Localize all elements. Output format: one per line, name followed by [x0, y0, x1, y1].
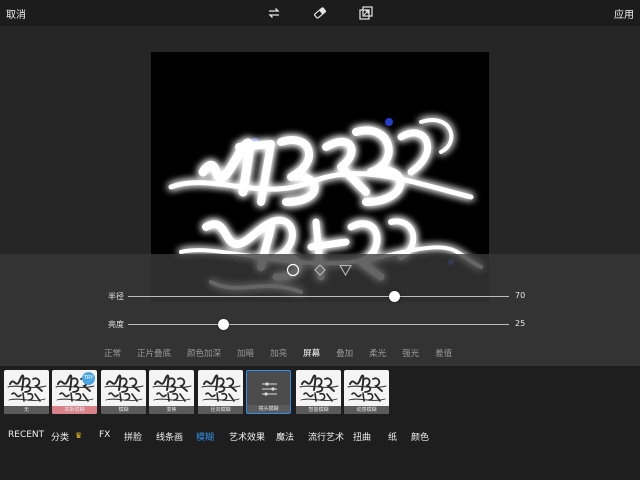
- blend-mode-bar: 正常 正片叠底 颜色加深 加暗 加亮 屏幕 叠加 柔光 强光 差值: [104, 347, 468, 359]
- blend-mode-item[interactable]: 差值: [435, 347, 452, 359]
- effect-thumb-label: 无: [4, 406, 49, 414]
- effect-thumb-label: 动感模糊: [344, 406, 389, 414]
- work-area: [0, 26, 640, 302]
- effect-thumb-label: 径向模糊: [198, 406, 243, 414]
- category-artistic[interactable]: 艺术效果: [229, 430, 265, 443]
- blend-mode-item[interactable]: 正常: [104, 347, 121, 359]
- effect-thumb-gaussian-blur[interactable]: TRY 高斯模糊: [52, 370, 97, 414]
- effect-thumb-zoom[interactable]: 变焦: [149, 370, 194, 414]
- diamond-icon[interactable]: [314, 264, 326, 276]
- category-face-swap[interactable]: 拼脸: [124, 430, 142, 443]
- category-blur[interactable]: 模糊: [196, 430, 214, 443]
- effect-thumb-radial-blur[interactable]: 径向模糊: [198, 370, 243, 414]
- thumbnail-artwork: [347, 374, 387, 402]
- cancel-button[interactable]: 取消: [6, 6, 26, 21]
- try-badge: TRY: [82, 372, 95, 385]
- brightness-slider: 亮度 25: [0, 316, 640, 334]
- thumbnail-artwork: [7, 374, 47, 402]
- radius-slider: 半径 70: [0, 288, 640, 306]
- category-line-art[interactable]: 线条画: [156, 430, 183, 443]
- compare-icon[interactable]: [358, 5, 374, 21]
- blend-mode-item[interactable]: 正片叠底: [137, 347, 171, 359]
- radius-value: 70: [515, 291, 526, 300]
- swap-icon[interactable]: [266, 5, 282, 21]
- effect-category-bar: RECENT 分类 ♛ FX 拼脸 线条画 模糊 艺术效果 魔法 流行艺术 扭曲…: [0, 418, 640, 450]
- blend-mode-item[interactable]: 加暗: [237, 347, 254, 359]
- blend-mode-item[interactable]: 屏幕: [303, 347, 320, 359]
- effect-thumb-none[interactable]: 无: [4, 370, 49, 414]
- crown-icon: ♛: [75, 431, 83, 440]
- radius-knob[interactable]: [389, 291, 401, 302]
- category-pop-art[interactable]: 流行艺术: [308, 430, 344, 443]
- category-distort[interactable]: 扭曲: [353, 430, 371, 443]
- radius-label: 半径: [108, 292, 124, 301]
- effect-thumb-label: 模糊: [101, 406, 146, 414]
- category-paper[interactable]: 纸: [388, 430, 397, 443]
- category-classify[interactable]: 分类: [51, 430, 69, 443]
- effect-thumb-motion-blur[interactable]: 动感模糊: [344, 370, 389, 414]
- thumbnail-artwork: [299, 374, 339, 402]
- blend-mode-item[interactable]: 颜色加深: [187, 347, 221, 359]
- apply-button[interactable]: 应用: [614, 6, 634, 21]
- bottom-spacer: [0, 450, 640, 480]
- brightness-knob[interactable]: [217, 319, 229, 330]
- effect-thumb-label: 高斯模糊: [52, 406, 97, 414]
- radius-track[interactable]: [128, 296, 509, 297]
- category-recent[interactable]: RECENT: [8, 430, 44, 440]
- blend-mode-item[interactable]: 加亮: [270, 347, 287, 359]
- category-color[interactable]: 颜色: [411, 430, 429, 443]
- effect-thumb-smart-blur[interactable]: 智能模糊: [296, 370, 341, 414]
- top-bar: 取消 应用: [0, 0, 640, 26]
- effect-thumb-label: 镜头模糊: [247, 405, 290, 413]
- brightness-label: 亮度: [108, 320, 124, 329]
- effect-thumb-label: 变焦: [149, 406, 194, 414]
- brightness-track[interactable]: [128, 324, 509, 325]
- shape-selector: [284, 262, 356, 277]
- category-magic[interactable]: 魔法: [276, 430, 294, 443]
- effect-thumbnail-strip: 无 TRY 高斯模糊 模糊 变焦 径向模糊 镜头模糊 智能模糊 动感模糊: [0, 368, 640, 416]
- effect-thumb-lens-blur[interactable]: 镜头模糊: [246, 370, 291, 414]
- thumbnail-artwork: [201, 374, 241, 402]
- thumbnail-artwork: [152, 374, 192, 402]
- settings-sliders-icon[interactable]: [247, 371, 291, 407]
- effect-thumb-blur[interactable]: 模糊: [101, 370, 146, 414]
- circle-icon[interactable]: [286, 263, 300, 277]
- category-fx[interactable]: FX: [99, 430, 110, 440]
- blend-mode-item[interactable]: 叠加: [336, 347, 353, 359]
- eraser-icon[interactable]: [312, 5, 328, 21]
- brightness-value: 25: [515, 319, 526, 328]
- blend-mode-item[interactable]: 强光: [402, 347, 419, 359]
- blend-mode-item[interactable]: 柔光: [369, 347, 386, 359]
- thumbnail-artwork: [104, 374, 144, 402]
- effect-thumb-label: 智能模糊: [296, 406, 341, 414]
- triangle-icon[interactable]: [339, 264, 352, 277]
